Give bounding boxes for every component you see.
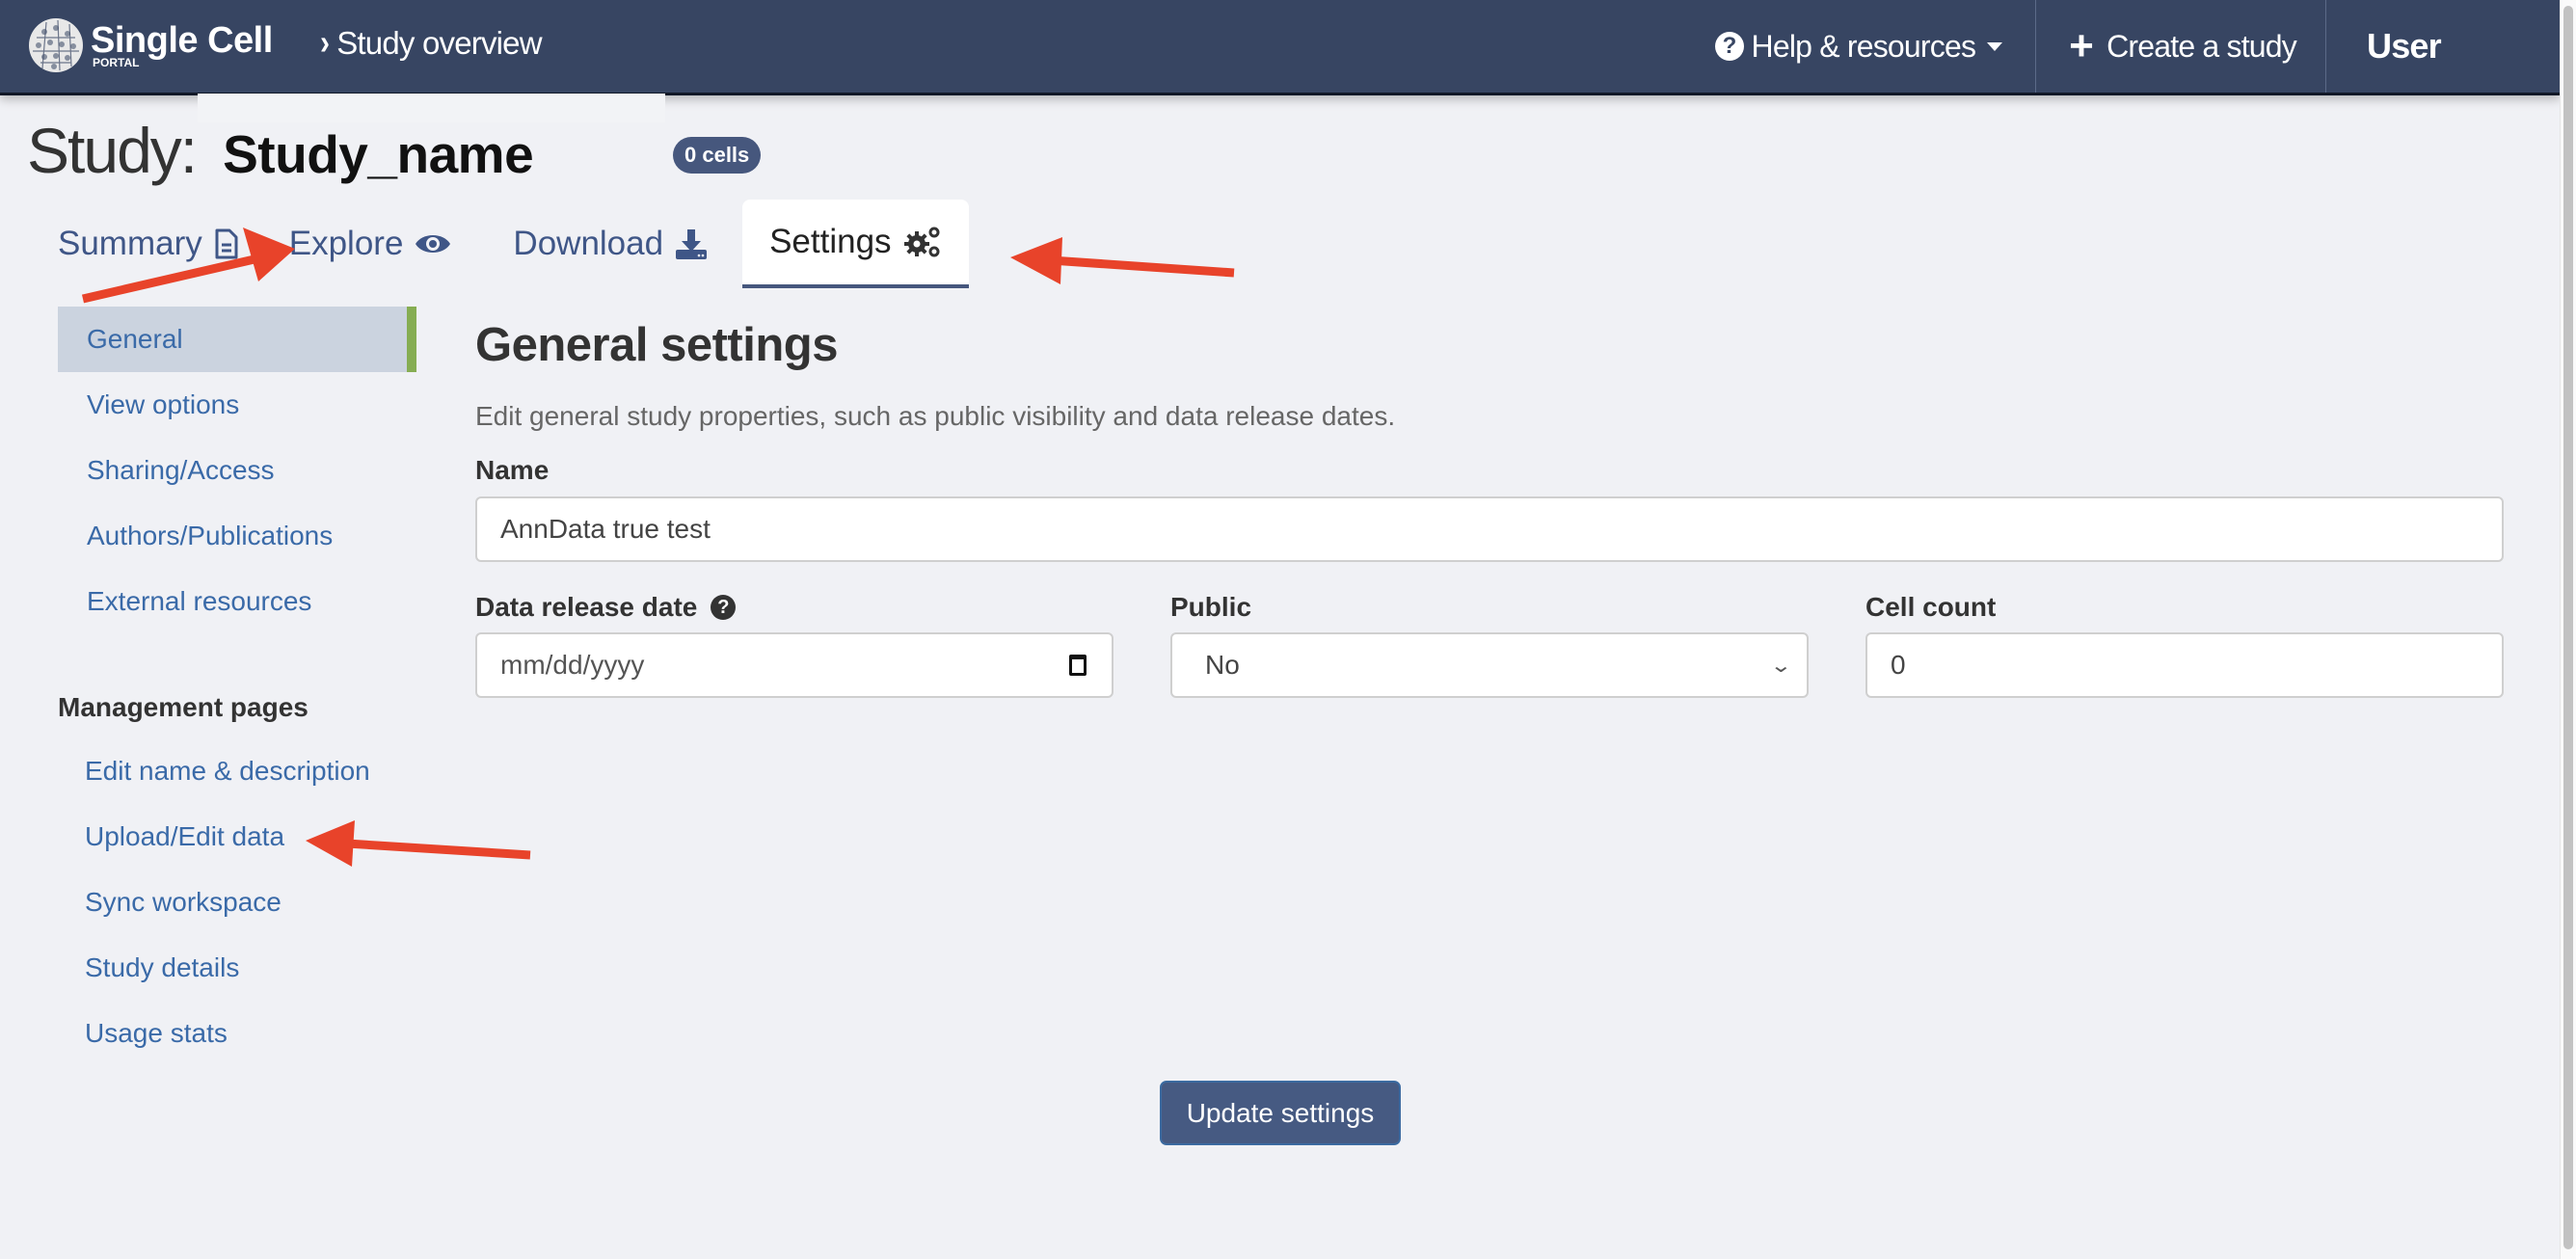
caret-down-icon: [1987, 41, 2003, 51]
create-label: Create a study: [2106, 28, 2297, 64]
user-label: User: [2367, 26, 2442, 66]
help-label: Help & resources: [1751, 28, 1976, 64]
tab-settings-label: Settings: [769, 223, 892, 260]
plus-icon: +: [2069, 22, 2094, 69]
sidebar-item-general[interactable]: General: [58, 307, 416, 372]
sidebar-item-external-resources[interactable]: External resources: [58, 569, 416, 634]
sidebar-item-authors-publications[interactable]: Authors/Publications: [58, 503, 416, 569]
release-date-label: Data release date ?: [475, 592, 737, 623]
management-pages-heading: Management pages: [58, 692, 309, 722]
section-title: General settings: [475, 319, 838, 371]
section-description: Edit general study properties, such as p…: [475, 401, 1396, 431]
study-label: Study:: [27, 115, 198, 186]
update-settings-button[interactable]: Update settings: [1160, 1081, 1401, 1145]
file-icon: [214, 228, 239, 259]
site-logo[interactable]: Single Cell PORTAL: [27, 15, 273, 75]
sidebar-item-usage-stats[interactable]: Usage stats: [56, 1001, 370, 1066]
sidebar-item-upload-edit-data[interactable]: Upload/Edit data: [56, 804, 370, 870]
sidebar-item-sharing-access[interactable]: Sharing/Access: [58, 438, 416, 503]
study-tabs: Summary Explore Download Settings: [39, 200, 969, 288]
scrollbar-thumb[interactable]: [2563, 6, 2573, 1249]
logo-globe-icon: [29, 18, 83, 72]
release-date-placeholder: mm/dd/yyyy: [500, 650, 645, 680]
page-scrollbar[interactable]: [2560, 0, 2576, 1259]
breadcrumb[interactable]: › Study overview: [320, 23, 543, 63]
calendar-icon[interactable]: [1069, 655, 1087, 676]
tab-download-label: Download: [513, 225, 664, 262]
sidebar-item-study-details[interactable]: Study details: [56, 935, 370, 1001]
download-icon: [675, 228, 708, 260]
tab-summary[interactable]: Summary: [39, 200, 270, 288]
tab-summary-label: Summary: [58, 225, 202, 262]
page-title: Study: Study_name: [27, 114, 534, 187]
cell-count-label: Cell count: [1865, 592, 1997, 622]
public-label: Public: [1170, 592, 1252, 622]
help-tooltip-icon[interactable]: ?: [711, 595, 737, 620]
breadcrumb-study-overview[interactable]: Study overview: [336, 25, 542, 62]
general-settings-form: General settings Edit general study prop…: [475, 318, 2504, 698]
settings-sidebar: General View options Sharing/Access Auth…: [58, 307, 416, 634]
create-study-button[interactable]: + Create a study: [2035, 0, 2325, 93]
gears-icon: [903, 225, 942, 259]
tab-settings[interactable]: Settings: [742, 200, 969, 288]
help-resources-menu[interactable]: ? Help & resources: [1682, 0, 2036, 93]
tab-explore[interactable]: Explore: [270, 200, 471, 288]
chevron-right-icon: ›: [320, 23, 330, 63]
user-menu[interactable]: User: [2325, 0, 2545, 93]
name-label: Name: [475, 455, 550, 485]
cell-count-badge: 0 cells: [673, 137, 762, 174]
name-input[interactable]: AnnData true test: [475, 496, 2504, 562]
tab-explore-label: Explore: [288, 225, 404, 262]
eye-icon: [415, 231, 451, 256]
sidebar-item-view-options[interactable]: View options: [58, 372, 416, 438]
study-name: Study_name: [223, 124, 534, 184]
arrow-to-settings: [1010, 237, 1235, 284]
management-pages-list: Edit name & description Upload/Edit data…: [56, 738, 370, 1066]
question-circle-icon: ?: [1714, 32, 1744, 61]
public-select-value: No: [1205, 650, 1240, 680]
logo-subtitle: PORTAL: [93, 56, 140, 69]
logo-title: Single Cell: [91, 20, 273, 61]
name-input-value: AnnData true test: [500, 514, 711, 544]
tab-download[interactable]: Download: [470, 200, 727, 288]
public-select[interactable]: No ⌄: [1170, 632, 1809, 698]
cell-count-value: 0: [1891, 650, 1906, 680]
release-date-label-text: Data release date: [475, 592, 698, 622]
release-date-input[interactable]: mm/dd/yyyy: [475, 632, 1114, 698]
sidebar-item-edit-name-description[interactable]: Edit name & description: [56, 738, 370, 804]
chevron-down-icon: ⌄: [1769, 655, 1793, 677]
sidebar-item-sync-workspace[interactable]: Sync workspace: [56, 870, 370, 935]
top-navbar: Single Cell PORTAL › Study overview ? He…: [0, 0, 2561, 95]
cell-count-input[interactable]: 0: [1865, 632, 2504, 698]
